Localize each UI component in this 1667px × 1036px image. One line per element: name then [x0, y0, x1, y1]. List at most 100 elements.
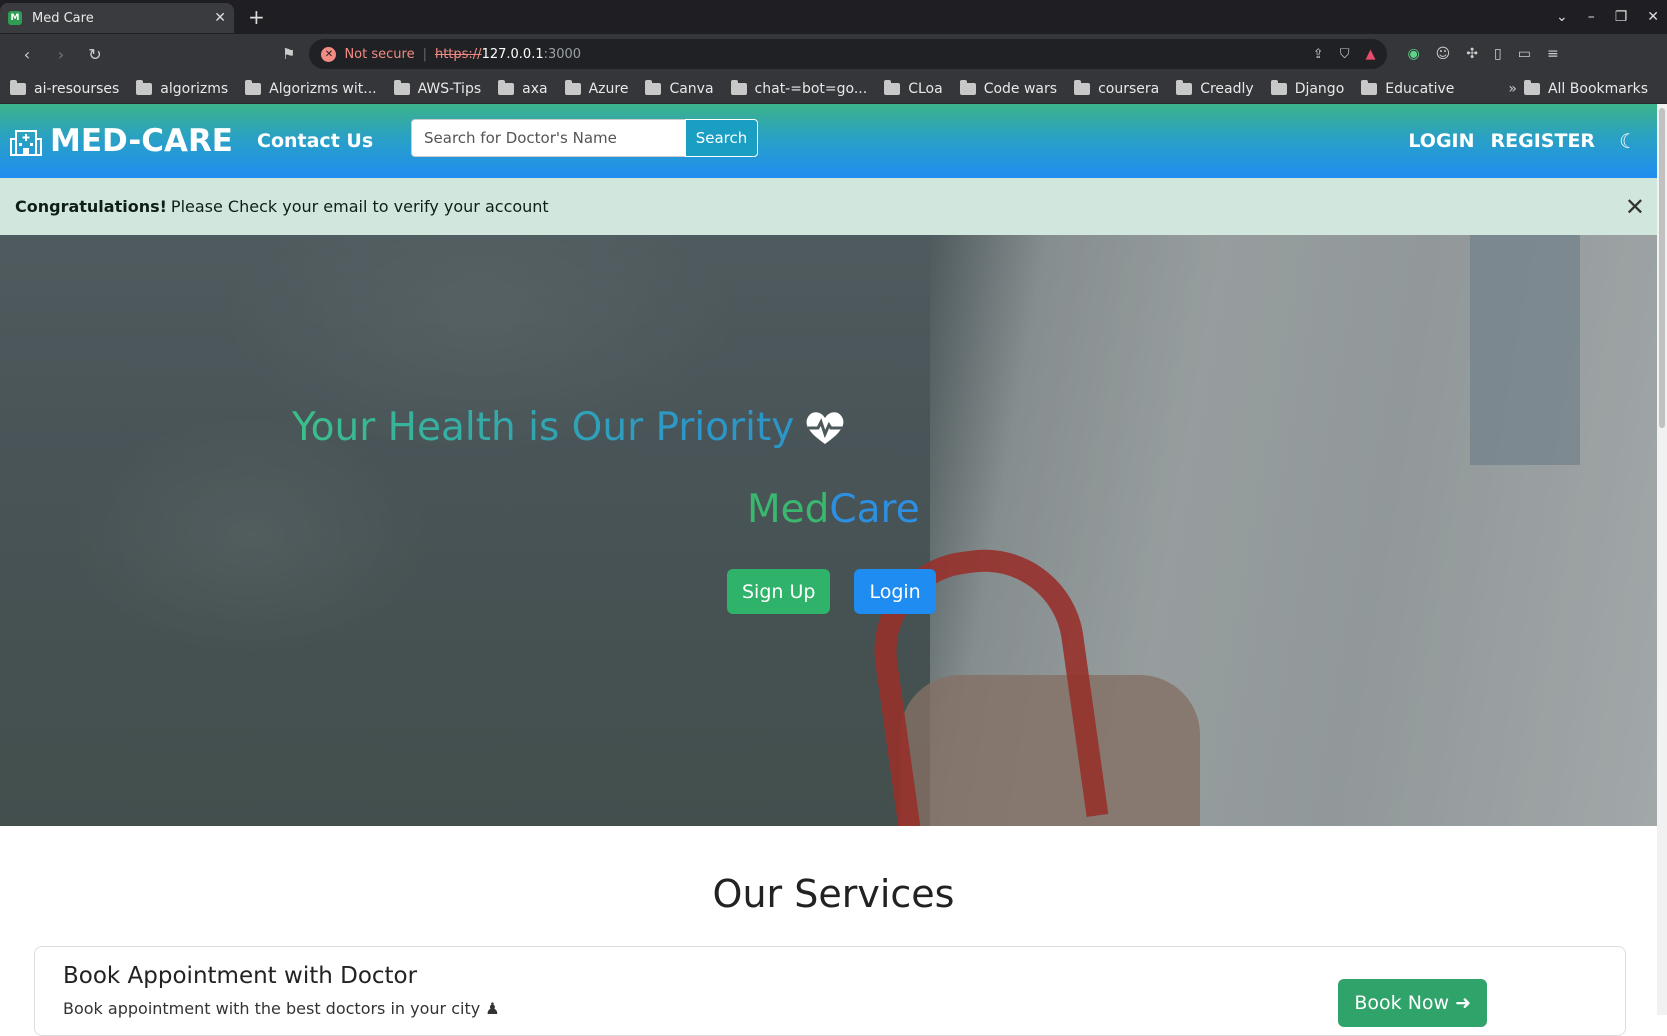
bookmark-item[interactable]: coursera — [1074, 79, 1160, 97]
url-host: 127.0.0.1 — [481, 46, 544, 62]
bookmark-item[interactable]: algorizms — [136, 79, 229, 97]
bookmark-item[interactable]: Azure — [564, 79, 629, 97]
folder-icon — [884, 79, 901, 95]
extension-avatar-icon[interactable]: ☺ — [1436, 46, 1451, 62]
folder-icon — [645, 79, 662, 95]
bookmark-item[interactable]: Canva — [645, 79, 714, 97]
bookmark-item[interactable]: Algorizms wit... — [245, 79, 377, 97]
extensions-puzzle-icon[interactable]: ✣ — [1466, 46, 1478, 62]
site-navbar: MED-CARE Contact Us Search LOGIN REGISTE… — [0, 104, 1667, 178]
folder-icon — [1176, 79, 1193, 95]
bookmark-label: Creadly — [1200, 80, 1254, 97]
folder-icon — [498, 79, 515, 95]
service-card-text: Book appointment with the best doctors i… — [63, 999, 481, 1018]
bookmark-item[interactable]: CLoa — [884, 79, 943, 97]
scrollbar-thumb[interactable] — [1659, 108, 1665, 428]
brave-rewards-icon[interactable]: ▲ — [1365, 47, 1375, 62]
person-icon: ♟ — [485, 999, 500, 1018]
browser-tab[interactable]: M Med Care ✕ — [0, 3, 234, 33]
bookmark-item[interactable]: axa — [498, 79, 548, 97]
bookmark-item[interactable]: ai-resourses — [10, 79, 119, 97]
back-icon[interactable]: ‹ — [10, 45, 44, 64]
contact-us-link[interactable]: Contact Us — [257, 130, 373, 152]
alert-strong: Congratulations! — [15, 197, 167, 216]
services-title: Our Services — [712, 872, 955, 916]
tab-list-chevron-icon[interactable]: ⌄ — [1556, 9, 1568, 25]
folder-icon — [1523, 79, 1540, 95]
folder-icon — [1074, 79, 1091, 95]
book-now-button[interactable]: Book Now ➜ — [1338, 979, 1487, 1027]
bookmark-label: CLoa — [908, 80, 943, 97]
bookmarks-overflow-icon[interactable]: » — [1508, 81, 1517, 97]
share-icon[interactable]: ⇪ — [1313, 47, 1324, 62]
bookmark-label: coursera — [1098, 80, 1160, 97]
security-label: Not secure — [344, 46, 415, 62]
sidebar-icon[interactable]: ▯ — [1494, 46, 1502, 62]
doctor-search-input[interactable] — [411, 119, 685, 157]
all-bookmarks[interactable]: All Bookmarks — [1523, 79, 1648, 97]
window-controls: ⌄ – ❐ ✕ — [1556, 0, 1659, 34]
register-link[interactable]: REGISTER — [1491, 130, 1596, 152]
bookmark-label: chat-=bot=go... — [754, 80, 868, 97]
brand-link[interactable]: MED-CARE — [10, 123, 233, 159]
url-scheme: https:// — [434, 46, 482, 62]
minimize-icon[interactable]: – — [1588, 9, 1595, 25]
folder-icon — [1270, 79, 1287, 95]
bookmark-label: Algorizms wit... — [269, 80, 377, 97]
moon-icon[interactable]: ☾ — [1619, 129, 1637, 153]
doctor-search-form: Search — [411, 119, 758, 157]
bookmark-label: Azure — [588, 80, 629, 97]
signup-button[interactable]: Sign Up — [727, 569, 831, 614]
menu-icon[interactable]: ≡ — [1547, 46, 1559, 62]
restore-icon[interactable]: ❐ — [1615, 9, 1628, 25]
bookmark-label: Educative — [1385, 80, 1455, 97]
tab-close-icon[interactable]: ✕ — [214, 10, 226, 26]
bookmark-item[interactable]: AWS-Tips — [393, 79, 482, 97]
site-favicon-icon: M — [8, 11, 22, 25]
hero-section: Your Health is Our Priority MedCare Sign… — [0, 235, 1667, 826]
hero-brand: MedCare — [747, 487, 920, 532]
bookmark-label: Code wars — [983, 80, 1058, 97]
bookmarks-bar: ai-resourses algorizms Algorizms wit... AWS… — [0, 74, 1667, 104]
service-card: Book Appointment with Doctor Book appoin… — [34, 946, 1626, 1036]
window-close-icon[interactable]: ✕ — [1647, 9, 1659, 25]
address-bar[interactable]: ✕ Not secure | https:// 127.0.0.1 :3000 … — [309, 39, 1388, 69]
heart-pulse-icon — [806, 411, 844, 444]
login-link[interactable]: LOGIN — [1408, 130, 1474, 152]
auth-links: LOGIN REGISTER ☾ — [1408, 104, 1637, 178]
verification-alert: Congratulations! Please Check your email… — [0, 178, 1667, 235]
folder-icon — [136, 79, 153, 95]
bookmark-item[interactable]: Educative — [1361, 79, 1455, 97]
new-tab-icon[interactable]: + — [248, 5, 265, 29]
bookmark-page-icon[interactable]: ⚑ — [282, 45, 295, 63]
omnibox-separator: | — [422, 46, 427, 62]
tab-title: Med Care — [32, 10, 94, 26]
bookmark-label: AWS-Tips — [417, 80, 482, 97]
wallet-icon[interactable]: ▭ — [1518, 46, 1531, 62]
close-icon[interactable]: ✕ — [1625, 193, 1645, 221]
page-scrollbar[interactable] — [1657, 104, 1667, 1015]
login-button[interactable]: Login — [854, 569, 936, 614]
folder-icon — [1361, 79, 1378, 95]
bookmark-label: axa — [522, 80, 548, 97]
all-bookmarks-label: All Bookmarks — [1547, 80, 1648, 97]
search-button[interactable]: Search — [685, 119, 758, 157]
bookmark-label: algorizms — [160, 80, 229, 97]
browser-tabbar: M Med Care ✕ + ⌄ – ❐ ✕ — [0, 0, 1667, 34]
vpn-icon[interactable]: ◉ — [1407, 46, 1419, 62]
brave-shield-icon[interactable]: ⛉ — [1340, 47, 1350, 62]
hero-buttons: Sign Up Login — [727, 569, 936, 614]
alert-message: Please Check your email to verify your a… — [170, 197, 549, 216]
extensions: ◉ ☺ ✣ ▯ ▭ ≡ — [1407, 46, 1558, 62]
folder-icon — [10, 79, 26, 95]
folder-icon — [245, 79, 262, 95]
hospital-icon — [10, 130, 42, 156]
bookmark-item[interactable]: Django — [1270, 79, 1344, 97]
forward-icon[interactable]: › — [44, 45, 78, 64]
bookmark-item[interactable]: Creadly — [1176, 79, 1254, 97]
bookmark-item[interactable]: Code wars — [959, 79, 1058, 97]
hero-brand-care: Care — [829, 487, 920, 532]
hero-brand-med: Med — [747, 487, 830, 532]
reload-icon[interactable]: ↻ — [78, 45, 112, 64]
bookmark-item[interactable]: chat-=bot=go... — [730, 79, 868, 97]
